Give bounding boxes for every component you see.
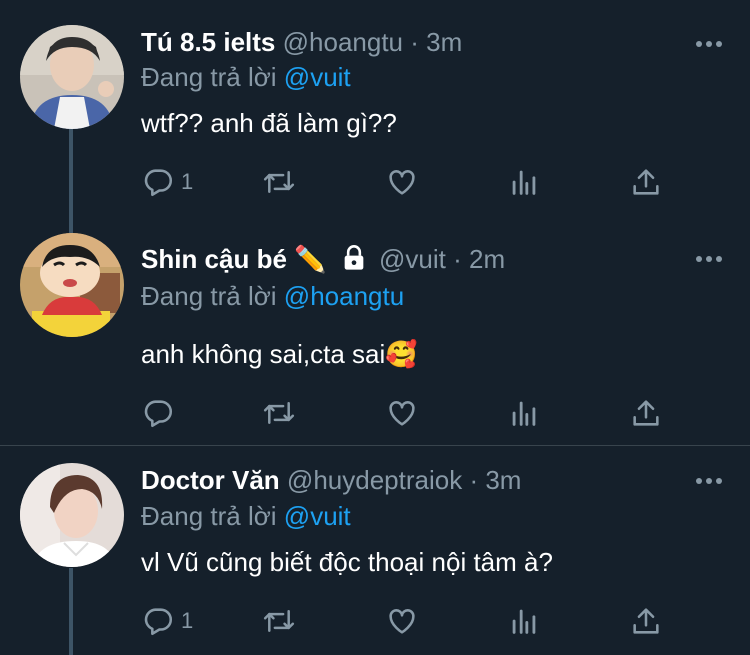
avatar-photo	[20, 25, 124, 129]
separator-dot: ·	[410, 27, 419, 57]
user-handle[interactable]: @hoangtu	[283, 27, 403, 57]
action-bar	[141, 396, 681, 430]
timestamp[interactable]: 2m	[469, 244, 505, 274]
replying-to-label: Đang trả lời	[141, 281, 277, 311]
analytics-icon	[512, 401, 536, 426]
action-bar: 1	[141, 604, 681, 638]
heart-icon	[389, 170, 415, 195]
user-handle[interactable]: @vuit	[379, 244, 446, 274]
heart-icon	[389, 609, 415, 634]
retweet-button[interactable]	[261, 604, 297, 638]
reply-button[interactable]: 1	[141, 604, 193, 638]
share-icon	[633, 608, 659, 634]
analytics-icon	[512, 170, 536, 195]
display-name[interactable]: Doctor Văn	[141, 465, 280, 495]
timestamp[interactable]: 3m	[426, 27, 462, 57]
reply-button[interactable]: 1	[141, 165, 193, 199]
like-button[interactable]	[385, 396, 419, 430]
display-name[interactable]: Shin cậu bé	[141, 244, 287, 274]
retweet-icon	[263, 402, 295, 424]
tweet-header: Tú 8.5 ielts @hoangtu · 3m	[141, 25, 462, 59]
tweet[interactable]: Tú 8.5 ielts @hoangtu · 3m Đang trả lời …	[0, 0, 750, 222]
more-options-icon[interactable]	[694, 253, 724, 265]
tweet-header: Shin cậu bé ✏️ @vuit · 2m	[141, 242, 505, 276]
user-handle[interactable]: @huydeptraiok	[287, 465, 462, 495]
mention-link[interactable]: @vuit	[284, 62, 351, 92]
mention-link[interactable]: @vuit	[284, 501, 351, 531]
tweet-text: vl Vũ cũng biết độc thoại nội tâm à?	[141, 547, 553, 577]
lock-icon	[344, 245, 364, 270]
retweet-button[interactable]	[261, 165, 297, 199]
reply-icon	[144, 169, 173, 197]
share-button[interactable]	[629, 396, 663, 430]
share-icon	[633, 400, 659, 426]
timestamp[interactable]: 3m	[485, 465, 521, 495]
replying-to-label: Đang trả lời	[141, 62, 277, 92]
more-options-icon[interactable]	[694, 475, 724, 487]
like-button[interactable]	[385, 604, 419, 638]
display-name[interactable]: Tú 8.5 ielts	[141, 27, 275, 57]
name-emoji: ✏️	[294, 244, 327, 274]
heart-icon	[389, 401, 415, 426]
retweet-icon	[263, 610, 295, 632]
analytics-icon	[512, 609, 536, 634]
separator-dot: ·	[469, 465, 479, 495]
analytics-button[interactable]	[507, 165, 541, 199]
analytics-button[interactable]	[507, 604, 541, 638]
tweet-text: wtf?? anh đã làm gì??	[141, 108, 397, 138]
separator-dot: ·	[453, 244, 462, 274]
reply-count: 1	[181, 608, 194, 633]
reply-icon	[144, 400, 173, 428]
tweet[interactable]: Doctor Văn @huydeptraiok · 3m Đang trả l…	[0, 446, 750, 655]
replying-to: Đang trả lời @vuit	[141, 60, 351, 94]
retweet-icon	[263, 171, 295, 193]
replying-to-label: Đang trả lời	[141, 501, 277, 531]
reply-button[interactable]	[141, 396, 181, 430]
replying-to: Đang trả lời @vuit	[141, 499, 351, 533]
reply-icon	[144, 608, 173, 636]
cartoon-avatar	[20, 233, 124, 337]
like-button[interactable]	[385, 165, 419, 199]
more-options-icon[interactable]	[694, 38, 724, 50]
avatar-photo	[20, 463, 124, 567]
reply-count: 1	[181, 169, 194, 194]
avatar[interactable]	[20, 25, 124, 129]
tweet[interactable]: Shin cậu bé ✏️ @vuit · 2m Đang trả lời @…	[0, 222, 750, 445]
mention-link[interactable]: @hoangtu	[284, 281, 404, 311]
action-bar: 1	[141, 165, 681, 199]
analytics-button[interactable]	[507, 396, 541, 430]
avatar[interactable]	[20, 233, 124, 337]
tweet-text: anh không sai,cta sai🥰	[141, 339, 418, 369]
avatar[interactable]	[20, 463, 124, 567]
share-button[interactable]	[629, 165, 663, 199]
replying-to: Đang trả lời @hoangtu	[141, 279, 404, 313]
share-button[interactable]	[629, 604, 663, 638]
tweet-header: Doctor Văn @huydeptraiok · 3m	[141, 463, 521, 497]
retweet-button[interactable]	[261, 396, 297, 430]
share-icon	[633, 169, 659, 195]
